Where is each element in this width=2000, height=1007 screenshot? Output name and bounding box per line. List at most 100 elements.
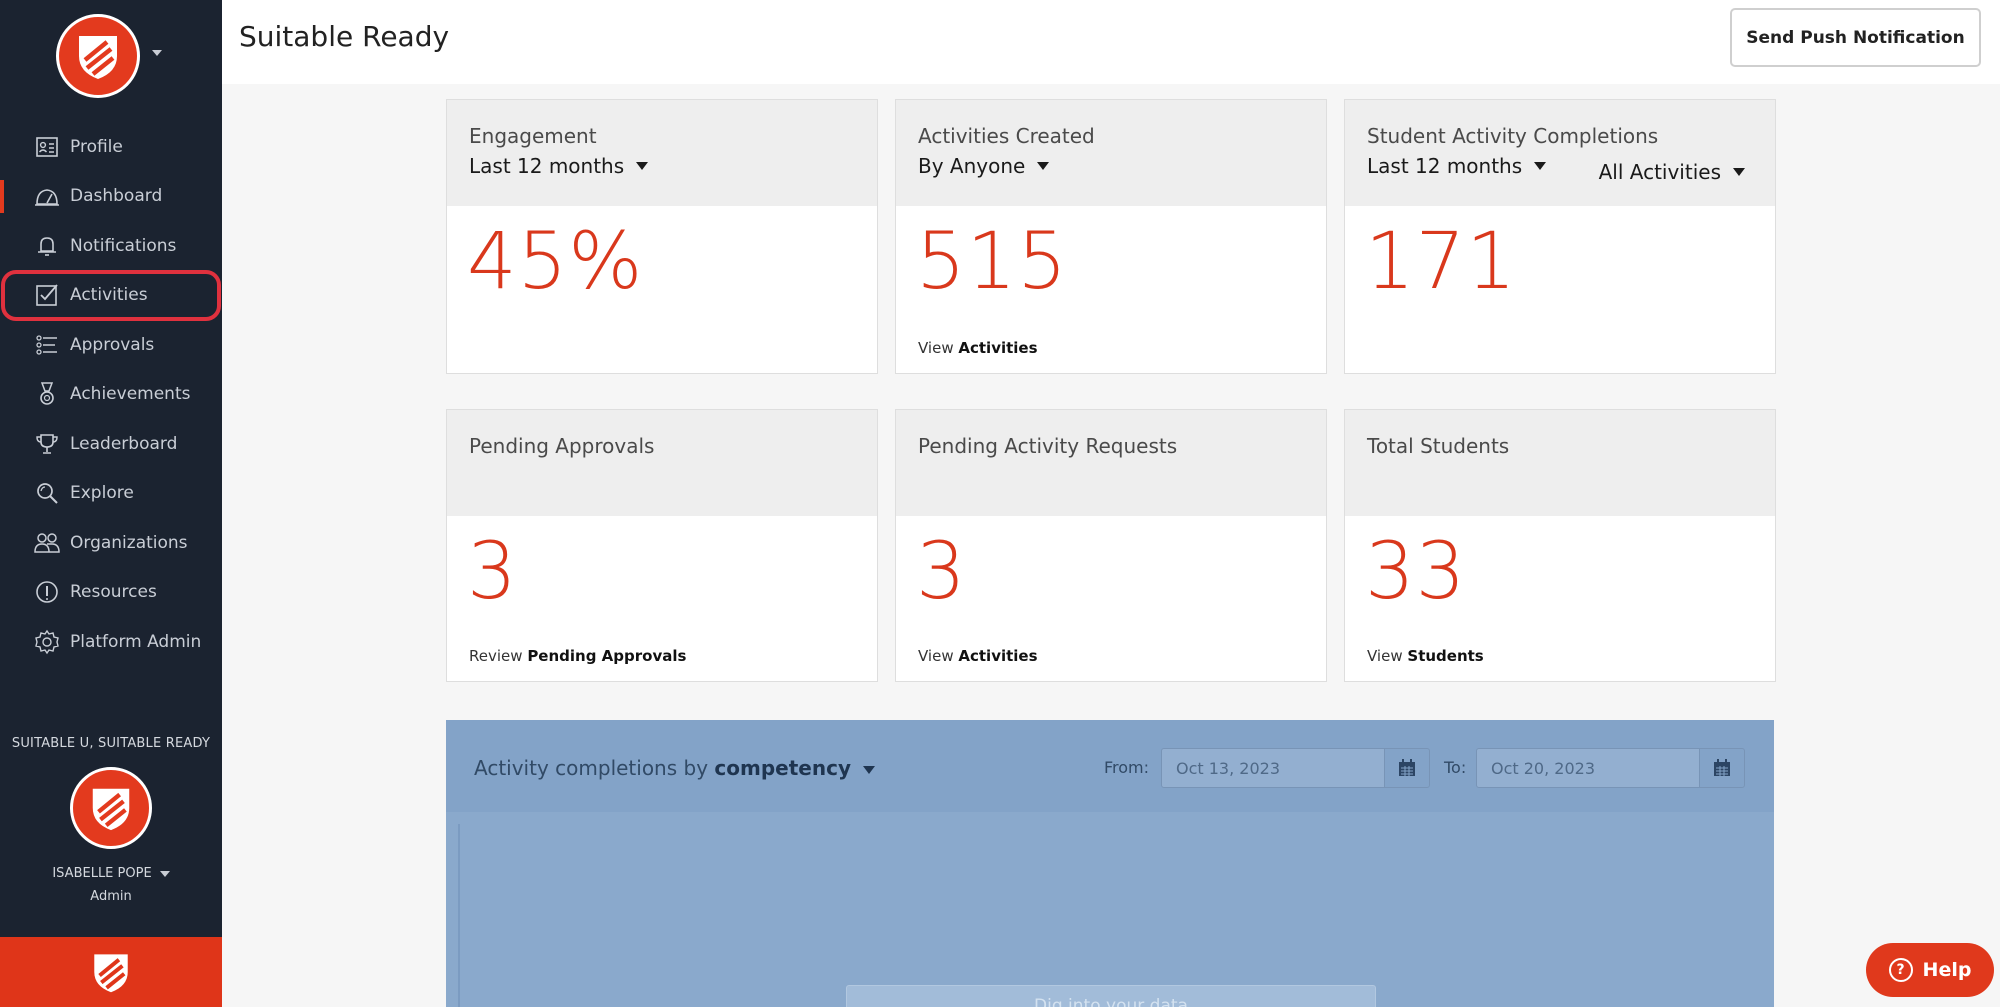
from-date-input[interactable] <box>1161 748 1385 788</box>
card-title: Pending Approvals <box>469 434 655 458</box>
sidebar-item-label: Platform Admin <box>70 631 202 652</box>
activities-created-value: 515 <box>916 217 1068 307</box>
to-calendar-button[interactable] <box>1699 748 1745 788</box>
sidebar: Profile Dashboard Notifications Activiti… <box>0 0 222 1007</box>
sidebar-item-label: Organizations <box>70 532 188 553</box>
link-label: Activities <box>958 647 1038 665</box>
sidebar-item-label: Dashboard <box>70 186 163 207</box>
panel-title: Activity completions by competency <box>474 756 875 780</box>
shield-logo-icon <box>79 36 117 79</box>
activities-created-card: Activities Created By Anyone 515 View Ac… <box>895 99 1327 374</box>
from-label: From: <box>1104 758 1150 777</box>
dropdown-value: competency <box>714 756 851 780</box>
chevron-down-icon[interactable] <box>152 50 162 56</box>
checklist-icon <box>34 332 60 358</box>
sidebar-item-achievements[interactable]: Achievements <box>0 370 222 420</box>
sidebar-item-label: Achievements <box>70 384 191 405</box>
sidebar-item-explore[interactable]: Explore <box>0 469 222 519</box>
sidebar-footer <box>0 937 222 1007</box>
dig-into-data-button[interactable]: Dig into your data <box>846 985 1376 1007</box>
sidebar-item-approvals[interactable]: Approvals <box>0 320 222 370</box>
profile-card-icon <box>34 134 60 160</box>
link-prefix: View <box>918 339 954 357</box>
dropdown-value: Last 12 months <box>1367 154 1523 178</box>
user-role: Admin <box>90 889 132 904</box>
link-label: Pending Approvals <box>527 647 687 665</box>
shield-logo-icon <box>92 788 130 831</box>
sidebar-item-activities[interactable]: Activities <box>1 269 221 321</box>
panel-title-prefix: Activity completions by <box>474 756 709 780</box>
pending-approvals-card: Pending Approvals 3 Review Pending Appro… <box>446 409 878 682</box>
link-prefix: View <box>918 647 954 665</box>
organization-label: SUITABLE U, SUITABLE READY <box>11 736 211 751</box>
shield-logo-icon <box>94 954 128 993</box>
view-students-link[interactable]: View Students <box>1367 647 1484 665</box>
total-students-value: 33 <box>1365 527 1467 617</box>
to-label: To: <box>1444 758 1467 777</box>
people-icon <box>34 530 60 556</box>
sidebar-item-notifications[interactable]: Notifications <box>0 221 222 271</box>
sidebar-item-platform-admin[interactable]: Platform Admin <box>0 617 222 667</box>
sidebar-item-organizations[interactable]: Organizations <box>0 518 222 568</box>
total-students-card: Total Students 33 View Students <box>1344 409 1776 682</box>
sidebar-item-dashboard[interactable]: Dashboard <box>0 172 222 222</box>
caret-down-icon <box>862 765 875 774</box>
organization-logo[interactable] <box>70 767 152 849</box>
completions-activity-filter-dropdown[interactable]: All Activities <box>1599 160 1745 184</box>
sidebar-item-leaderboard[interactable]: Leaderboard <box>0 419 222 469</box>
trophy-icon <box>34 431 60 457</box>
sidebar-item-label: Resources <box>70 582 157 603</box>
dropdown-value: By Anyone <box>918 154 1026 178</box>
card-title: Student Activity Completions <box>1367 124 1659 148</box>
magnifier-icon <box>34 480 60 506</box>
chart-axis-line <box>458 824 460 1007</box>
question-circle-icon: ? <box>1888 958 1913 982</box>
engagement-value: 45% <box>467 217 644 307</box>
bell-icon <box>34 233 60 259</box>
info-circle-icon <box>34 579 60 605</box>
sidebar-item-label: Notifications <box>70 235 177 256</box>
link-prefix: View <box>1367 647 1403 665</box>
view-activities-link[interactable]: View Activities <box>918 339 1038 357</box>
link-label: Activities <box>958 339 1038 357</box>
from-calendar-button[interactable] <box>1384 748 1430 788</box>
help-button[interactable]: ? Help <box>1866 943 1994 997</box>
dropdown-value: Last 12 months <box>469 154 625 178</box>
pending-approvals-value: 3 <box>467 527 518 617</box>
panel-header: Activity completions by competency From:… <box>446 720 1774 812</box>
pending-requests-value: 3 <box>916 527 967 617</box>
engagement-card: Engagement Last 12 months 45% <box>446 99 878 374</box>
top-header: Suitable Ready Send Push Notification <box>222 0 2000 84</box>
caret-down-icon <box>1534 162 1547 170</box>
user-menu[interactable]: ISABELLE POPE <box>0 866 222 881</box>
student-completions-card: Student Activity Completions Last 12 mon… <box>1344 99 1776 374</box>
sidebar-item-resources[interactable]: Resources <box>0 568 222 618</box>
sidebar-item-label: Activities <box>70 285 148 306</box>
checkbox-icon <box>34 282 60 308</box>
sidebar-item-label: Explore <box>70 483 134 504</box>
send-push-notification-button[interactable]: Send Push Notification <box>1730 8 1981 67</box>
pending-activity-requests-card: Pending Activity Requests 3 View Activit… <box>895 409 1327 682</box>
caret-down-icon <box>1733 168 1745 176</box>
created-by-dropdown[interactable]: By Anyone <box>918 154 1050 178</box>
sidebar-item-label: Approvals <box>70 334 155 355</box>
caret-down-icon <box>636 162 649 170</box>
card-title: Activities Created <box>918 124 1095 148</box>
medal-icon <box>34 381 60 407</box>
sidebar-nav: Profile Dashboard Notifications Activiti… <box>0 122 222 667</box>
completions-period-dropdown[interactable]: Last 12 months <box>1367 154 1547 178</box>
card-title: Pending Activity Requests <box>918 434 1178 458</box>
view-activities-link[interactable]: View Activities <box>918 647 1038 665</box>
chevron-down-icon <box>159 870 170 877</box>
app-logo[interactable] <box>56 14 140 98</box>
sidebar-item-profile[interactable]: Profile <box>0 122 222 172</box>
to-date-input[interactable] <box>1476 748 1700 788</box>
dashboard-gauge-icon <box>34 183 60 209</box>
sidebar-item-label: Profile <box>70 136 123 157</box>
review-pending-approvals-link[interactable]: Review Pending Approvals <box>469 647 686 665</box>
dropdown-value: All Activities <box>1598 160 1721 184</box>
gear-icon <box>34 629 60 655</box>
card-title: Total Students <box>1367 434 1510 458</box>
competency-dropdown[interactable]: competency <box>714 756 875 780</box>
engagement-period-dropdown[interactable]: Last 12 months <box>469 154 649 178</box>
